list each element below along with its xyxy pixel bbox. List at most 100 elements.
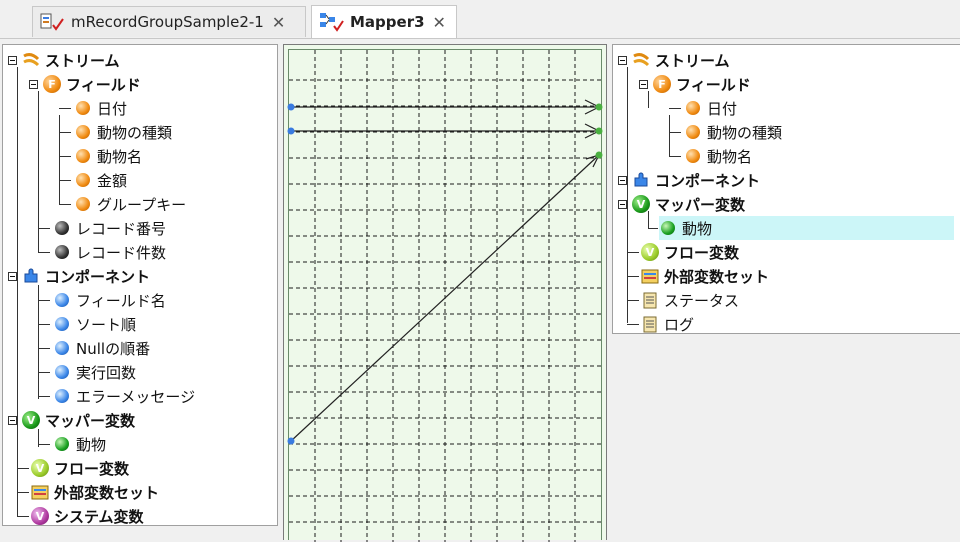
orange-ball-icon [74, 147, 92, 165]
tree-leaf-field[interactable]: 動物名 [74, 144, 142, 168]
tree-leaf-field[interactable]: グループキー [74, 192, 186, 216]
orange-ball-icon [684, 99, 702, 117]
target-connector [595, 103, 603, 111]
tree-line [59, 115, 60, 204]
tree-leaf-mapper-variable[interactable]: 動物 [53, 432, 106, 456]
tree-leaf-field[interactable]: 日付 [74, 96, 127, 120]
tree-label: 日付 [97, 99, 128, 118]
tree-connector [59, 204, 71, 205]
tree-leaf-record-number[interactable]: レコード番号 [53, 216, 166, 240]
green-variable-icon: V [22, 411, 40, 429]
tree-node-mapper-variable[interactable]: V マッパー変数 [618, 192, 745, 216]
tree-label: フロー変数 [664, 243, 740, 262]
mapping-lines [287, 99, 603, 445]
tab-mrecordgroupsample[interactable]: mRecordGroupSample2-1 ✕ [32, 6, 306, 37]
tree-connector [59, 132, 71, 133]
black-ball-icon [53, 219, 71, 237]
tree-label: ログ [664, 315, 695, 334]
blue-ball-icon [53, 315, 71, 333]
tree-connector [38, 300, 50, 301]
tree-label: コンポーネント [45, 267, 151, 286]
tree-leaf-component[interactable]: エラーメッセージ [53, 384, 195, 408]
green-ball-icon [659, 219, 677, 237]
collapse-icon[interactable] [8, 271, 17, 281]
tree-label: 動物名 [707, 147, 753, 166]
green-ball-icon [53, 435, 71, 453]
tree-node-external-variable-set[interactable]: 外部変数セット [641, 264, 769, 288]
tree-leaf-field[interactable]: 動物名 [684, 144, 752, 168]
tree-connector [648, 228, 658, 229]
tree-leaf-component[interactable]: ソート順 [53, 312, 136, 336]
tree-label: 動物の種類 [707, 123, 783, 142]
target-connector [595, 151, 603, 159]
orange-ball-icon [684, 123, 702, 141]
puzzle-icon [22, 267, 40, 285]
tree-connector [669, 132, 681, 133]
close-icon[interactable]: ✕ [272, 13, 285, 32]
tree-label: フィールド [66, 75, 141, 94]
tree-leaf-mapper-variable-selected[interactable]: 動物 [659, 216, 954, 240]
tree-node-mapper-variable[interactable]: V マッパー変数 [8, 408, 135, 432]
tree-leaf-field[interactable]: 金額 [74, 168, 127, 192]
field-folder-icon: F [653, 75, 671, 93]
tree-label: レコード番号 [76, 219, 167, 238]
tree-connector [38, 252, 50, 253]
tree-connector [627, 252, 639, 253]
tree-node-stream[interactable]: ストリーム [8, 48, 120, 72]
tree-label: エラーメッセージ [76, 387, 196, 406]
orange-ball-icon [74, 99, 92, 117]
tree-leaf-field[interactable]: 動物の種類 [74, 120, 172, 144]
mapper-canvas[interactable] [283, 44, 607, 542]
source-connector [287, 437, 295, 445]
collapse-icon[interactable] [8, 55, 17, 65]
source-connector [287, 127, 295, 135]
orange-ball-icon [74, 195, 92, 213]
tree-leaf-component[interactable]: Nullの順番 [53, 336, 150, 360]
target-connector [595, 127, 603, 135]
tree-leaf-component[interactable]: 実行回数 [53, 360, 136, 384]
tree-node-system-variable[interactable]: V システム変数 [31, 504, 144, 528]
tree-label: 動物の種類 [97, 123, 173, 142]
tree-node-stream[interactable]: ストリーム [618, 48, 730, 72]
orange-ball-icon [684, 147, 702, 165]
tree-label: 外部変数セット [54, 483, 160, 502]
collapse-icon[interactable] [618, 55, 627, 65]
collapse-icon[interactable] [618, 175, 627, 185]
tree-label: 動物 [682, 219, 713, 238]
tree-label: 実行回数 [76, 363, 137, 382]
tree-node-external-variable-set[interactable]: 外部変数セット [31, 480, 159, 504]
tree-node-field[interactable]: F フィールド [639, 72, 751, 96]
collapse-icon[interactable] [618, 199, 627, 209]
tree-node-flow-variable[interactable]: V フロー変数 [641, 240, 739, 264]
tree-connector [17, 492, 29, 493]
tree-leaf-field[interactable]: 日付 [684, 96, 737, 120]
variable-set-icon [31, 483, 49, 501]
tree-connector [17, 468, 29, 469]
tree-connector [627, 276, 639, 277]
tab-mapper3[interactable]: Mapper3 ✕ [311, 5, 457, 38]
tree-leaf-component[interactable]: フィールド名 [53, 288, 166, 312]
tree-node-status[interactable]: ステータス [641, 288, 739, 312]
black-ball-icon [53, 243, 71, 261]
collapse-icon[interactable] [8, 415, 17, 425]
tree-node-component[interactable]: コンポーネント [618, 168, 760, 192]
tree-connector [38, 228, 50, 229]
purple-variable-icon: V [31, 507, 49, 525]
tree-connector [38, 444, 50, 445]
tree-node-field[interactable]: F フィールド [29, 72, 141, 96]
tree-label: フロー変数 [54, 459, 130, 478]
tree-node-log[interactable]: ログ [641, 312, 694, 336]
tree-label: ストリーム [655, 51, 730, 70]
tree-line [17, 67, 18, 517]
tree-label: ソート順 [76, 315, 137, 334]
tree-node-component[interactable]: コンポーネント [8, 264, 150, 288]
tree-label: 動物 [76, 435, 107, 454]
tree-connector [38, 372, 50, 373]
tree-leaf-record-count[interactable]: レコード件数 [53, 240, 166, 264]
collapse-icon[interactable] [639, 79, 648, 89]
tree-label: コンポーネント [655, 171, 761, 190]
tree-node-flow-variable[interactable]: V フロー変数 [31, 456, 129, 480]
collapse-icon[interactable] [29, 79, 38, 89]
tree-leaf-field[interactable]: 動物の種類 [684, 120, 782, 144]
close-icon[interactable]: ✕ [433, 13, 446, 32]
